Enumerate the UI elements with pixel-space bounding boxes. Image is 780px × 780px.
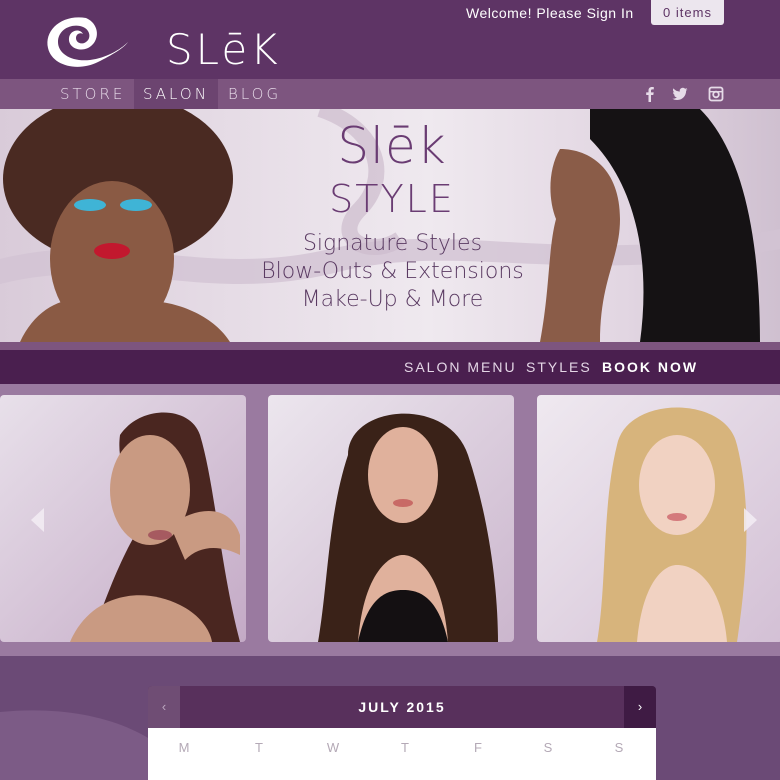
- hero-line-3: Make-Up & More: [301, 287, 484, 312]
- salon-subnav: SALON MENU STYLES BOOK NOW: [0, 350, 780, 384]
- subnav-book-now[interactable]: BOOK NOW: [602, 350, 698, 384]
- subnav-salon-menu[interactable]: SALON MENU: [404, 350, 517, 384]
- gallery-prev-arrow[interactable]: [27, 505, 47, 535]
- gallery-photo-2[interactable]: [268, 395, 514, 642]
- cart-button[interactable]: 0 items: [651, 0, 724, 25]
- weekday-thu: T: [401, 740, 409, 755]
- calendar-month-title: JULY 2015: [358, 699, 446, 715]
- main-nav: STORE SALON BLOG: [0, 79, 780, 109]
- hero-line-2: Blow-Outs & Extensions: [261, 259, 524, 284]
- hero-line-1: Signature Styles: [302, 231, 483, 256]
- swirl-logo-icon: [47, 17, 129, 67]
- weekday-sun: S: [614, 740, 624, 755]
- site-logo[interactable]: SLēK: [42, 8, 278, 74]
- calendar-prev-button[interactable]: ‹: [148, 686, 180, 728]
- booking-section: ‹ JULY 2015 › M T W T F S S: [0, 656, 780, 780]
- calendar-next-button[interactable]: ›: [624, 686, 656, 728]
- twitter-icon[interactable]: [672, 86, 688, 102]
- subnav-divider: [0, 342, 780, 350]
- nav-item-salon[interactable]: SALON: [134, 79, 218, 109]
- subnav-styles[interactable]: STYLES: [526, 350, 592, 384]
- hero-style-title: STYLE: [329, 177, 455, 221]
- gallery-next-arrow[interactable]: [741, 505, 761, 535]
- site-header: SLēK Welcome! Please Sign In 0 items: [0, 0, 780, 79]
- chevron-left-icon: [31, 508, 44, 532]
- hero-brand-title: Slēk: [337, 117, 447, 175]
- instagram-icon[interactable]: [708, 86, 724, 102]
- logo-wordmark: SLēK: [166, 25, 281, 74]
- nav-item-store[interactable]: STORE: [60, 79, 126, 109]
- weekday-tue: T: [255, 740, 263, 755]
- calendar-grid: M T W T F S S: [148, 728, 656, 780]
- model-curly-brunette-photo: [318, 413, 498, 642]
- booking-calendar: ‹ JULY 2015 › M T W T F S S: [148, 686, 656, 780]
- hero-banner: Slēk STYLE Signature Styles Blow-Outs & …: [0, 109, 780, 342]
- nav-item-blog[interactable]: BLOG: [228, 79, 288, 109]
- weekday-sat: S: [543, 740, 553, 755]
- weekday-fri: F: [474, 740, 482, 755]
- weekday-mon: M: [178, 740, 190, 755]
- weekday-wed: W: [326, 740, 340, 755]
- style-gallery: [0, 384, 780, 656]
- chevron-right-icon: [744, 508, 757, 532]
- facebook-icon[interactable]: [642, 86, 658, 102]
- calendar-header: ‹ JULY 2015 ›: [148, 686, 656, 728]
- sign-in-link[interactable]: Welcome! Please Sign In: [466, 5, 634, 21]
